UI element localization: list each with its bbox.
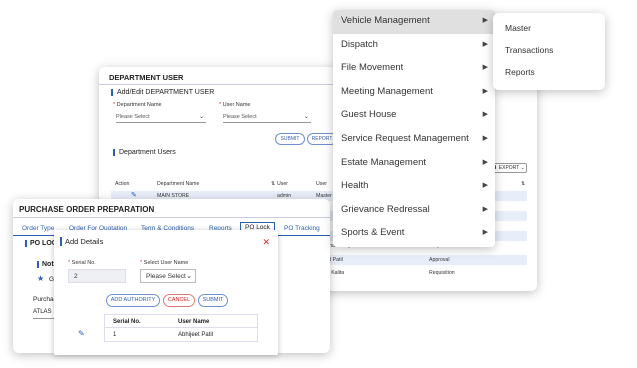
- department-name-label: * Department Name: [113, 102, 162, 108]
- serial-no-label: * Serial No.: [68, 260, 96, 266]
- select-user-label: * Select User Name: [140, 260, 189, 266]
- close-icon[interactable]: ✕: [262, 237, 270, 248]
- add-details-modal: Add Details ✕ * Serial No. 2 * Select Us…: [54, 230, 278, 355]
- menu-item-sports-event[interactable]: Sports & Event ▶: [333, 222, 495, 246]
- chevron-right-icon: ▶: [482, 182, 488, 190]
- chevron-down-icon: ⌄: [303, 114, 309, 120]
- sort-icon[interactable]: ⇅: [521, 181, 525, 187]
- chevron-right-icon: ▶: [482, 40, 488, 48]
- column-header: User: [277, 181, 288, 187]
- tab-po-tracking[interactable]: PO Tracking: [284, 225, 320, 232]
- add-authority-button[interactable]: ADD AUTHORITY: [106, 294, 160, 307]
- chevron-down-icon: ⌄: [198, 114, 204, 120]
- menu-item-dispatch[interactable]: Dispatch ▶: [333, 34, 495, 58]
- vehicle-management-submenu: Master Transactions Reports: [493, 13, 605, 90]
- cancel-button[interactable]: CANCEL: [163, 294, 195, 307]
- submenu-item-reports[interactable]: Reports: [505, 67, 535, 77]
- department-user-title: DEPARTMENT USER: [109, 73, 184, 82]
- purchase-order-title: PURCHASE ORDER PREPARATION: [19, 205, 155, 214]
- select-user-dropdown[interactable]: Please Select ⌄: [140, 269, 196, 283]
- sort-icon[interactable]: ⇅: [271, 181, 275, 187]
- menu-item-estate-management[interactable]: Estate Management ▶: [333, 152, 495, 176]
- edit-icon[interactable]: ✎: [78, 329, 85, 338]
- chevron-right-icon: ▶: [482, 135, 488, 142]
- menu-item-service-request-management[interactable]: Service Request Management ▶: [333, 128, 495, 152]
- menu-item-grievance-redressal[interactable]: Grievance Redressal ▶: [333, 199, 495, 223]
- chevron-right-icon: ▶: [482, 158, 488, 166]
- chevron-right-icon: ▶: [482, 87, 488, 95]
- user-name-label: * User Name: [219, 102, 251, 108]
- column-header: Action: [115, 181, 130, 187]
- chevron-right-icon: ▶: [482, 111, 488, 119]
- chevron-right-icon: ▶: [482, 17, 488, 24]
- dept-submit-button[interactable]: SUBMIT: [275, 133, 305, 145]
- note-title: Not: [37, 261, 54, 268]
- department-users-title: Department Users: [113, 149, 176, 156]
- serial-no-field[interactable]: 2: [68, 269, 126, 283]
- menu-item-health[interactable]: Health ▶: [333, 175, 495, 199]
- edit-icon[interactable]: ✎: [131, 191, 137, 199]
- menu-item-file-movement[interactable]: File Movement ▶: [333, 57, 495, 81]
- menu-item-vehicle-management[interactable]: Vehicle Management ▶: [333, 10, 495, 34]
- table-row: 1 Abhijeet Patil: [104, 328, 258, 342]
- chevron-right-icon: ▶: [482, 229, 488, 237]
- column-header: Serial No.: [113, 319, 141, 325]
- column-header: Department Name: [157, 181, 200, 187]
- department-name-select[interactable]: Please Select ⌄: [116, 111, 206, 123]
- menu-item-guest-house[interactable]: Guest House ▶: [333, 104, 495, 128]
- divider: [13, 217, 330, 218]
- purchase-label: Purcha: [33, 296, 54, 303]
- user-name-select[interactable]: Please Select ⌄: [223, 111, 311, 123]
- chevron-right-icon: ▶: [482, 205, 488, 213]
- tab-order-type[interactable]: Order Type: [22, 225, 54, 232]
- add-edit-section-title: Add/Edit DEPARTMENT USER: [111, 89, 214, 96]
- column-header: User Name: [178, 319, 210, 325]
- main-menu: Vehicle Management ▶ Dispatch ▶ File Movem…: [333, 10, 495, 247]
- submenu-item-transactions[interactable]: Transactions: [505, 45, 553, 55]
- export-button[interactable]: ⬇ EXPORT ⌄: [491, 163, 527, 173]
- add-details-title: Add Details: [60, 237, 103, 246]
- submenu-item-master[interactable]: Master: [505, 23, 531, 33]
- details-table-header: Serial No. User Name: [104, 314, 258, 328]
- chevron-right-icon: ▶: [482, 64, 488, 72]
- submit-button[interactable]: SUBMIT: [198, 294, 228, 307]
- star-icon: ★: [37, 274, 45, 283]
- column-header: User: [316, 181, 327, 187]
- chevron-down-icon: ⌄: [186, 273, 192, 280]
- menu-item-meeting-management[interactable]: Meeting Management ▶: [333, 81, 495, 105]
